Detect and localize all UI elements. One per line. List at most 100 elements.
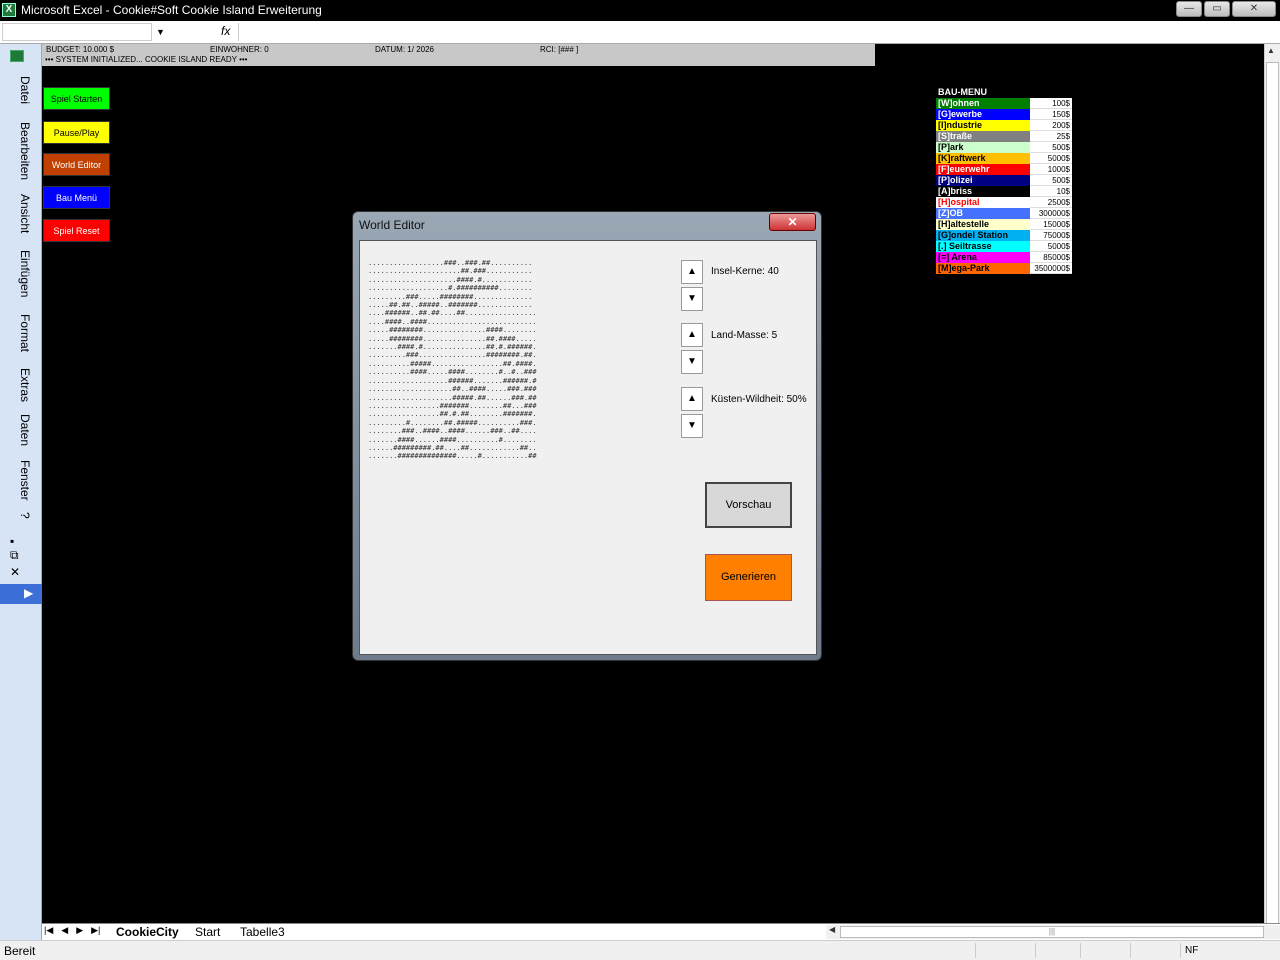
land-masse-up-button[interactable]: ▲ [681, 323, 703, 347]
kuesten-wildheit-down-button[interactable]: ▼ [681, 414, 703, 438]
bau-menu-item-price: 200$ [1030, 120, 1072, 131]
minimize-icon[interactable]: ▪ [10, 534, 14, 548]
status-divider [975, 943, 976, 958]
bau-menu-item[interactable]: [H]ospital 2500$ [936, 197, 1072, 208]
workbook-icon[interactable] [10, 50, 24, 62]
spiel-reset-button[interactable]: Spiel Reset [43, 219, 110, 242]
bau-menu-item[interactable]: [P]olizei 500$ [936, 175, 1072, 186]
prev-sheet-icon[interactable]: ◀ [61, 925, 68, 936]
bau-menu-item[interactable]: [K]raftwerk 5000$ [936, 153, 1072, 164]
tab-cookiecity[interactable]: CookieCity [110, 924, 185, 940]
expand-icon[interactable]: ▶ [0, 584, 42, 604]
bau-menu-item-label: [.] Seiltrasse [936, 241, 1030, 252]
bau-menu-item-price: 100$ [1030, 98, 1072, 109]
bau-menu-title: BAU-MENU [938, 87, 987, 97]
menu-fenster[interactable]: Fenster [4, 460, 32, 501]
horizontal-scroll-thumb[interactable]: ||| [840, 926, 1264, 938]
bau-menu-item-price: 25$ [1030, 131, 1072, 142]
next-sheet-icon[interactable]: ▶ [76, 925, 83, 936]
menu-ansicht[interactable]: Ansicht [4, 194, 32, 233]
status-bar: Bereit NF [0, 940, 1280, 960]
bau-menu-item[interactable]: [W]ohnen 100$ [936, 98, 1072, 109]
close-button[interactable]: ✕ [1232, 1, 1276, 17]
pause-play-button[interactable]: Pause/Play [43, 121, 110, 144]
bau-menu-panel: BAU-MENU [W]ohnen 100$ [G]ewerbe 150$ [I]ndu… [936, 87, 1072, 274]
menu-help[interactable]: ? [4, 512, 32, 519]
dialog-close-button[interactable]: ✕ [769, 213, 816, 231]
bau-menu-item[interactable]: [P]ark 500$ [936, 142, 1072, 153]
bau-menu-item[interactable]: [G]ewerbe 150$ [936, 109, 1072, 120]
bau-menu-item-price: 85000$ [1030, 252, 1072, 263]
bau-menu-item-label: [G]ondel Station [936, 230, 1030, 241]
land-masse-down-button[interactable]: ▼ [681, 350, 703, 374]
vertical-scrollbar[interactable]: ▲ [1264, 44, 1280, 932]
world-editor-button[interactable]: World Editor [43, 153, 110, 176]
fx-icon[interactable]: fx [221, 24, 230, 38]
dialog-title: World Editor [359, 218, 425, 232]
status-divider [1080, 943, 1081, 958]
first-sheet-icon[interactable]: |◀ [44, 925, 53, 936]
insel-kerne-up-button[interactable]: ▲ [681, 260, 703, 284]
tab-navigation: |◀ ◀ ▶ ▶| [44, 925, 100, 936]
vorschau-button[interactable]: Vorschau [705, 482, 792, 528]
budget-label: BUDGET: 10.000 $ [46, 45, 115, 54]
bau-menu-item-price: 5000$ [1030, 241, 1072, 252]
title-bar: X Microsoft Excel - Cookie#Soft Cookie I… [0, 0, 1280, 21]
bau-menu-item[interactable]: [H]altestelle 15000$ [936, 219, 1072, 230]
bau-menu-item-label: [W]ohnen [936, 98, 1030, 109]
menu-extras[interactable]: Extras [4, 368, 32, 402]
excel-window: X Microsoft Excel - Cookie#Soft Cookie I… [0, 0, 1280, 960]
bau-menu-item-price: 1000$ [1030, 164, 1072, 175]
vertical-scroll-thumb[interactable] [1266, 62, 1279, 932]
scroll-left-icon[interactable]: ◀ [829, 925, 835, 934]
sheet-tab-bar: |◀ ◀ ▶ ▶| CookieCity Start Tabelle3 ◀ ||… [42, 923, 1280, 940]
bau-menu-item[interactable]: [S]traße 25$ [936, 131, 1072, 142]
bau-menu-item-label: [I]ndustrie [936, 120, 1030, 131]
bau-menu-item-label: [P]olizei [936, 175, 1030, 186]
einwohner-label: EINWOHNER: 0 [210, 45, 269, 54]
name-box[interactable] [2, 23, 152, 41]
insel-kerne-down-button[interactable]: ▼ [681, 287, 703, 311]
menu-bearbeiten[interactable]: Bearbeiten [4, 122, 32, 180]
bau-menu-item-label: [=] Arena [936, 252, 1030, 263]
maximize-button[interactable]: ▭ [1204, 1, 1230, 17]
bau-menu-item-price: 150$ [1030, 109, 1072, 120]
bau-menu-item[interactable]: [A]briss 10$ [936, 186, 1072, 197]
world-editor-dialog: World Editor ✕ ..................###..##… [352, 211, 822, 661]
last-sheet-icon[interactable]: ▶| [91, 925, 100, 936]
spiel-starten-button[interactable]: Spiel Starten [43, 87, 110, 110]
menu-daten[interactable]: Daten [4, 414, 32, 446]
insel-kerne-label: Insel-Kerne: 40 [711, 266, 779, 277]
menu-datei[interactable]: Datei [4, 76, 32, 104]
bau-menu-item-price: 15000$ [1030, 219, 1072, 230]
tab-tabelle3[interactable]: Tabelle3 [234, 924, 291, 940]
minimize-button[interactable]: — [1176, 1, 1202, 17]
bau-menu-item[interactable]: [G]ondel Station 75000$ [936, 230, 1072, 241]
tab-start[interactable]: Start [189, 924, 226, 940]
scroll-up-icon[interactable]: ▲ [1267, 46, 1275, 55]
close-icon[interactable]: ✕ [10, 565, 20, 579]
bau-menu-item-label: [F]euerwehr [936, 164, 1030, 175]
restore-icon[interactable]: ⧉ [10, 548, 19, 563]
bau-menu-item[interactable]: [=] Arena 85000$ [936, 252, 1072, 263]
window-controls: — ▭ ✕ [1176, 1, 1276, 17]
bau-menu-item[interactable]: [F]euerwehr 1000$ [936, 164, 1072, 175]
horizontal-scrollbar[interactable]: ◀ ||| ▶ [826, 925, 1280, 939]
bau-menu-item-price: 500$ [1030, 142, 1072, 153]
bau-menu-item[interactable]: [I]ndustrie 200$ [936, 120, 1072, 131]
bau-menu-button[interactable]: Bau Menü [43, 186, 110, 209]
bau-menu-item[interactable]: [Z]OB 300000$ [936, 208, 1072, 219]
bau-menu-item-label: [S]traße [936, 131, 1030, 142]
bau-menu-item-price: 10$ [1030, 186, 1072, 197]
formula-input[interactable] [238, 23, 1276, 41]
window-title: Microsoft Excel - Cookie#Soft Cookie Isl… [21, 3, 322, 17]
system-message: ••• SYSTEM INITIALIZED... COOKIE ISLAND … [45, 55, 248, 64]
datum-label: DATUM: 1/ 2026 [375, 45, 434, 54]
menu-format[interactable]: Format [4, 314, 32, 352]
menu-einfuegen[interactable]: Einfügen [4, 250, 32, 297]
kuesten-wildheit-up-button[interactable]: ▲ [681, 387, 703, 411]
bau-menu-item[interactable]: [.] Seiltrasse 5000$ [936, 241, 1072, 252]
bau-menu-item[interactable]: [M]ega-Park 3500000$ [936, 263, 1072, 274]
generieren-button[interactable]: Generieren [705, 554, 792, 601]
bau-menu-item-label: [H]ospital [936, 197, 1030, 208]
